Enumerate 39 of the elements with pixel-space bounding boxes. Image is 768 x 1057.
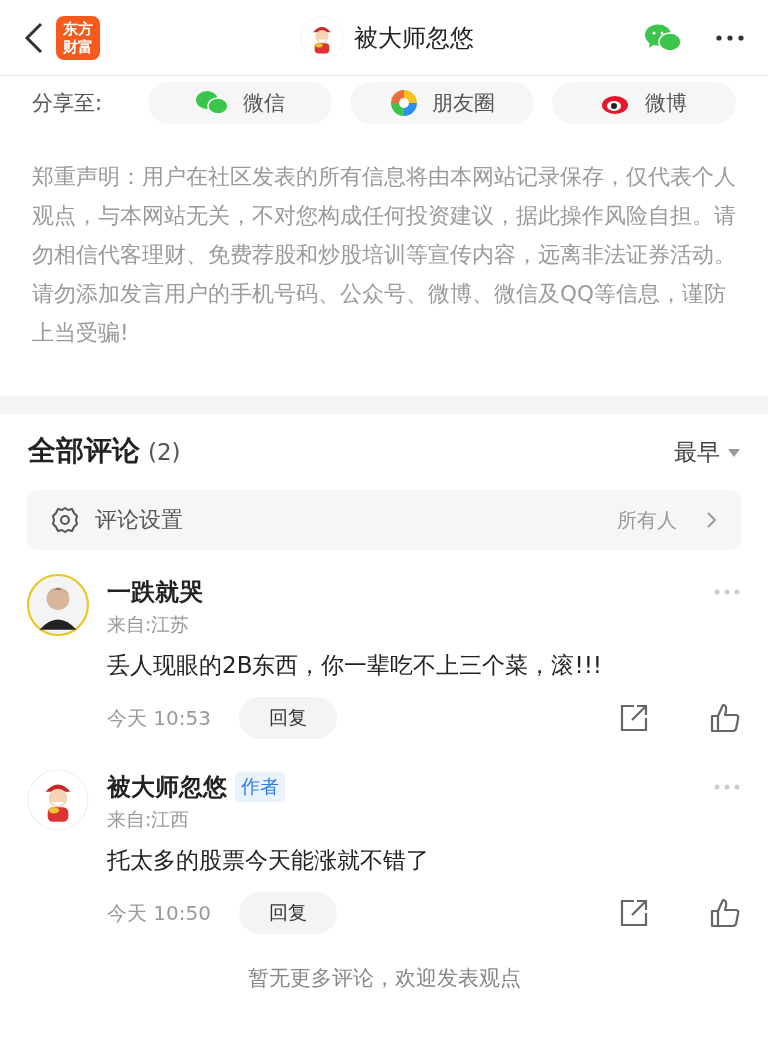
share-icon[interactable] [620, 899, 648, 927]
avatar [27, 769, 89, 831]
comment-time: 今天 10:50 [107, 899, 211, 927]
avatar [300, 15, 344, 60]
aperture-icon [389, 89, 418, 117]
reply-button[interactable]: 回复 [239, 697, 337, 739]
location-text: 来自:江西 [107, 807, 191, 832]
comment-text: 托太多的股票今天能涨就不错了 [107, 846, 430, 875]
more-icon[interactable] [716, 34, 744, 41]
author-badge: 作者 [235, 772, 285, 802]
disclaimer-text: 郑重声明：用户在社区发表的所有信息将由本网站记录保存，仅代表个人观点，与本网站无关，不对您构成任何投资建议，据此操作风险自担。请勿相信代客理财、免费荐股和炒股培训等宣传内容，远离非法证券活动。请勿添加发言用户的手机号码、公众号、微博、微信及QQ等信息，谨防上当受骗! [32, 163, 736, 347]
share-button[interactable]: 微博 [552, 82, 736, 124]
settings-value: 所有人 [617, 506, 677, 534]
user-name[interactable]: 一跌就哭 [107, 576, 203, 608]
share-icon[interactable] [620, 704, 648, 732]
section-title: 全部评论 [28, 433, 140, 469]
settings-row[interactable]: 评论设置 所有人 [27, 490, 741, 550]
end-of-list-text: 暂无更多评论，欢迎发表观点 [246, 965, 522, 992]
back-icon[interactable] [24, 21, 44, 54]
settings-icon [51, 506, 79, 534]
wechat-icon [195, 90, 229, 116]
location-text: 来自:江苏 [107, 612, 191, 637]
comment-count: (2) [148, 439, 181, 465]
comment-text: 丢人现眼的2B东西，你一辈吃不上三个菜，滚!!! [107, 651, 604, 680]
like-icon[interactable] [710, 898, 740, 928]
sort-dropdown[interactable]: 最早 [674, 437, 740, 468]
comment-time: 今天 10:53 [107, 704, 211, 732]
caret-icon [728, 448, 740, 457]
avatar [27, 574, 89, 636]
reply-button[interactable]: 回复 [239, 892, 337, 934]
page-title: 被大师忽悠 [354, 22, 474, 54]
like-icon[interactable] [710, 703, 740, 733]
share-button[interactable]: 微信 [148, 82, 332, 124]
share-button[interactable]: 朋友圈 [350, 82, 534, 124]
share-label: 分享至: [32, 90, 104, 117]
settings-label: 评论设置 [95, 506, 183, 534]
user-name[interactable]: 被大师忽悠 [107, 771, 227, 803]
chevron-right-icon [707, 512, 717, 528]
app-logo: 东方 财富 [56, 15, 100, 60]
